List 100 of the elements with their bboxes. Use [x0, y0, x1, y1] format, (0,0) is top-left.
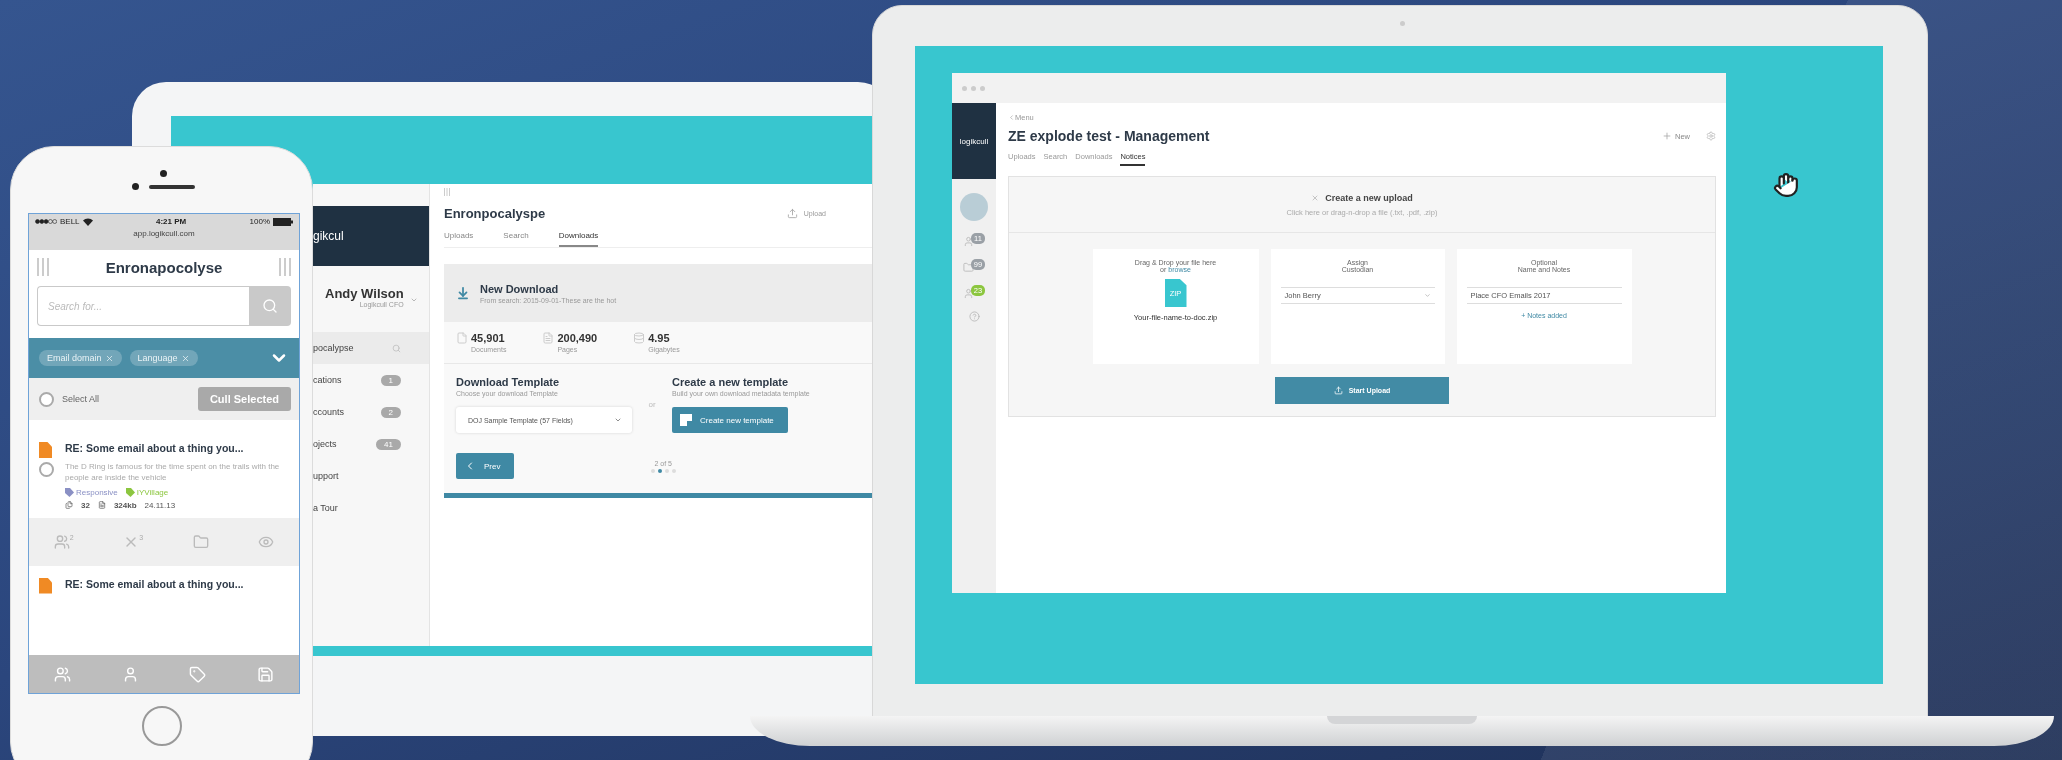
logo-text: gikcul: [313, 229, 344, 243]
search-field[interactable]: Search for...: [37, 286, 249, 326]
battery-percent: 100%: [249, 217, 270, 226]
caret-icon: [1423, 292, 1431, 299]
logo-text: logikcull: [959, 136, 989, 146]
nav-item[interactable]: cations 1: [313, 364, 429, 396]
page-dot[interactable]: [671, 468, 676, 473]
chevron-left-icon: [1008, 114, 1015, 121]
speaker-slot: [149, 184, 195, 189]
page-title: ZE explode test - Management: [1008, 128, 1210, 144]
count-badge: 2: [380, 406, 401, 418]
panel-title: Create a new upload: [1311, 192, 1413, 203]
email-subject[interactable]: RE: Some email about a thing you...: [65, 442, 289, 458]
nav-label: cations: [313, 375, 342, 385]
section-title: Download Template: [456, 376, 561, 388]
select-all-label: Select All: [62, 394, 100, 404]
window-dot[interactable]: [962, 85, 967, 91]
nav-item[interactable]: ccounts 2: [313, 396, 429, 428]
tab[interactable]: Search: [503, 231, 529, 247]
carrier-name: BELL: [60, 217, 80, 226]
file-icon: [39, 442, 52, 458]
settings-icon[interactable]: [1706, 131, 1716, 141]
search-icon: [262, 298, 278, 314]
file-size: 324kb: [113, 500, 137, 510]
filter-chip[interactable]: Email domain: [39, 350, 122, 366]
folder-icon[interactable]: [962, 262, 974, 273]
camera-dot: [160, 170, 167, 177]
email-subject[interactable]: RE: Some email about a thing you...: [65, 577, 289, 594]
stat-value: 200,490: [557, 332, 598, 344]
page-dot[interactable]: [664, 468, 669, 473]
nav-label: ojects: [313, 439, 337, 449]
project-title: Enronpocalyspe: [444, 206, 546, 221]
person-icon[interactable]: [962, 288, 974, 299]
create-template-button[interactable]: Create new template: [672, 407, 788, 433]
nav-label: pocalypse: [313, 343, 354, 353]
search-icon: [392, 343, 401, 353]
email-snippet: The D Ring is famous for the time spent on the trails with the people are inside the vehicle: [65, 462, 281, 484]
battery-icon: [273, 217, 293, 226]
url-text: app.logikcull.com: [133, 229, 195, 238]
nav-label: upport: [313, 471, 339, 481]
count-badge: 1: [380, 374, 401, 386]
save-icon[interactable]: [256, 665, 274, 683]
nav-label: ccounts: [313, 407, 345, 417]
window-dot[interactable]: [980, 85, 985, 91]
document-icon: [542, 332, 555, 344]
search-button[interactable]: [249, 286, 291, 326]
camera-dot: [1400, 21, 1405, 26]
upload-icon: [786, 208, 798, 219]
app-title: Enronapocolyse: [105, 258, 223, 276]
user-name: Andy Wilson: [325, 286, 404, 301]
card-title: New Download: [480, 282, 560, 295]
message-count: 32: [81, 500, 90, 510]
tab[interactable]: Uploads: [444, 231, 474, 247]
nav-item[interactable]: upport: [313, 460, 429, 492]
nav-item[interactable]: ojects 41: [313, 428, 429, 460]
grip-icon: [444, 188, 450, 196]
signal-icon: [35, 219, 57, 224]
sensor-dot: [132, 183, 139, 190]
caret-icon: [614, 416, 622, 424]
prev-button[interactable]: Prev: [456, 453, 515, 479]
file-icon: [39, 577, 52, 594]
close-icon[interactable]: [104, 353, 114, 363]
nav-label: a Tour: [313, 503, 338, 513]
close-icon[interactable]: [1311, 193, 1320, 202]
count-badge: 41: [376, 438, 401, 450]
files-icon: [65, 501, 73, 510]
nav-item[interactable]: pocalypse: [313, 332, 429, 364]
grip-icon: [279, 258, 291, 276]
email-tag: Responsive: [76, 487, 118, 497]
hand-cursor-icon: [1773, 172, 1799, 198]
people-icon[interactable]: [54, 665, 72, 683]
stat-value: 45,901: [471, 332, 506, 344]
email-radio[interactable]: [39, 462, 54, 477]
document-icon: [97, 501, 106, 510]
people-icon[interactable]: [53, 533, 70, 550]
database-icon: [633, 332, 646, 344]
template-icon: [680, 414, 692, 426]
caret-icon[interactable]: [409, 296, 418, 304]
page-dot[interactable]: [650, 468, 655, 473]
email-date: 24.11.13: [144, 500, 176, 510]
stat-value: 4.95: [648, 332, 671, 344]
folder-icon[interactable]: [192, 533, 209, 550]
help-icon[interactable]: [968, 311, 980, 322]
section-title: Create a new template: [672, 376, 790, 388]
home-button[interactable]: [141, 706, 182, 746]
filter-chip[interactable]: Language: [129, 350, 198, 366]
tab[interactable]: Downloads: [558, 231, 599, 247]
nav-item[interactable]: a Tour: [313, 492, 429, 524]
cull-selected-button[interactable]: Cull Selected: [197, 387, 291, 411]
close-icon[interactable]: [180, 353, 190, 363]
email-tag: IYVillage: [136, 487, 169, 497]
clock-time: 4:21 PM: [155, 217, 187, 226]
person-icon[interactable]: [963, 236, 975, 247]
plus-icon: [1662, 131, 1672, 141]
download-icon: [456, 286, 470, 300]
tag-icon[interactable]: [189, 665, 207, 683]
page-dot[interactable]: [657, 468, 662, 473]
select-all-radio[interactable]: [39, 391, 54, 407]
window-dot[interactable]: [971, 85, 976, 91]
wifi-icon: [82, 217, 93, 226]
